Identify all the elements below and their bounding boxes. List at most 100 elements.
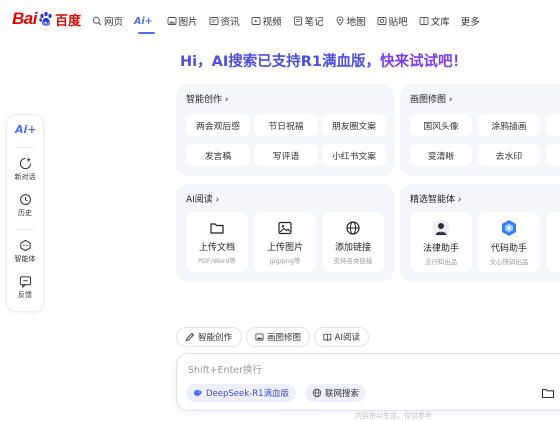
sidebar-item-agents[interactable]: 智能体 bbox=[7, 239, 43, 264]
tile-label: 代码助手 bbox=[490, 244, 527, 254]
top-nav: 网页 Ai+ 图片 资讯 视频 笔记 地图 贴吧 文库 更多 bbox=[92, 14, 491, 28]
sidebar-item-history[interactable]: 历史 bbox=[7, 193, 43, 218]
deepseek-icon bbox=[194, 389, 202, 397]
nav-images[interactable]: 图片 bbox=[167, 14, 198, 28]
chip-image[interactable]: 变清晰 bbox=[410, 144, 472, 166]
tile-upload-image[interactable]: 上传图片 jpg/png等 bbox=[254, 212, 316, 272]
nav-label: 文库 bbox=[430, 17, 450, 28]
chip-writing[interactable]: 两会观后感 bbox=[186, 114, 250, 136]
nav-label: 笔记 bbox=[304, 17, 324, 28]
globe-icon bbox=[312, 388, 322, 398]
baidu-logo[interactable]: Bai du 百度 bbox=[12, 9, 81, 29]
pill-image-edit[interactable]: 画图修图 bbox=[246, 327, 310, 347]
sidebar-ai-logo[interactable]: Ai+ bbox=[15, 123, 37, 136]
chip-writing[interactable]: 小红书文案 bbox=[322, 144, 386, 166]
code-assistant-icon bbox=[502, 220, 516, 236]
chat-input-placeholder[interactable]: Shift+Enter换行 bbox=[188, 362, 262, 376]
nav-label: 网页 bbox=[104, 17, 124, 28]
pill-smart-writing[interactable]: 智能创作 bbox=[176, 327, 242, 347]
picture-icon bbox=[278, 221, 292, 235]
sidebar-item-label: 反馈 bbox=[18, 291, 32, 299]
tieba-icon bbox=[377, 17, 387, 25]
mode-web-search[interactable]: 联网搜索 bbox=[305, 384, 367, 402]
chat-input-box[interactable]: Shift+Enter换行 DeepSeek-R1满血版 联网搜索 bbox=[176, 353, 560, 411]
sidebar-item-new-chat[interactable]: 新对话 bbox=[7, 157, 43, 182]
chip-image-partial[interactable] bbox=[546, 114, 560, 136]
chip-image[interactable]: 国风头像 bbox=[410, 114, 472, 136]
news-icon bbox=[209, 17, 219, 25]
tile-upload-doc[interactable]: 上传文档 PDF/Word等 bbox=[186, 212, 248, 272]
card-title[interactable]: 智能创作 › bbox=[186, 92, 228, 105]
pill-label: 智能创作 bbox=[198, 333, 233, 343]
tile-agent-lawyer[interactable]: 法律助手 法行知出品 bbox=[410, 212, 472, 272]
library-icon bbox=[419, 17, 429, 25]
book-icon bbox=[323, 333, 332, 341]
headline-part1: Hi，AI搜索已支持R1满血版， bbox=[180, 54, 380, 70]
globe-icon bbox=[346, 221, 360, 235]
tile-label: 上传图片 bbox=[266, 243, 303, 253]
sidebar-item-label: 新对话 bbox=[14, 173, 36, 181]
tile-agent-partial[interactable] bbox=[546, 212, 560, 272]
nav-notes[interactable]: 笔记 bbox=[293, 14, 324, 28]
map-icon bbox=[336, 16, 344, 26]
nav-more[interactable]: 更多 bbox=[461, 14, 480, 28]
chip-image-partial[interactable] bbox=[546, 144, 560, 166]
nav-label: 更多 bbox=[460, 17, 480, 28]
folder-icon[interactable] bbox=[541, 386, 555, 400]
nav-library[interactable]: 文库 bbox=[419, 14, 450, 28]
chip-writing[interactable]: 写评语 bbox=[254, 144, 318, 166]
pill-label: AI阅读 bbox=[334, 333, 360, 343]
left-sidebar: Ai+ 新对话 历史 智能体 反馈 bbox=[6, 114, 44, 312]
tile-label: 上传文档 bbox=[198, 243, 235, 253]
card-title[interactable]: 精选智能体 › bbox=[410, 192, 461, 205]
sidebar-divider bbox=[15, 147, 35, 148]
nav-tieba[interactable]: 贴吧 bbox=[377, 14, 408, 28]
pill-ai-read[interactable]: AI阅读 bbox=[314, 327, 369, 347]
chip-image[interactable]: 去水印 bbox=[478, 144, 540, 166]
folder-icon bbox=[210, 223, 224, 234]
mode-deepseek-r1[interactable]: DeepSeek-R1满血版 bbox=[186, 384, 297, 402]
lawyer-avatar-icon bbox=[432, 219, 450, 237]
image-icon bbox=[167, 17, 177, 25]
logo-text: Bai bbox=[12, 9, 37, 28]
tile-subtitle: jpg/png等 bbox=[269, 257, 301, 265]
nav-label: 资讯 bbox=[220, 17, 240, 28]
video-icon bbox=[251, 17, 261, 25]
card-image-edit: 画图修图 › 国风头像 涂鸦插画 变清晰 去水印 bbox=[400, 84, 560, 176]
nav-ai-plus[interactable]: Ai+ bbox=[134, 16, 153, 27]
feedback-icon bbox=[19, 276, 31, 288]
nav-label: Ai+ bbox=[134, 15, 153, 27]
card-title[interactable]: AI阅读 › bbox=[186, 192, 219, 205]
svg-text:du: du bbox=[43, 20, 49, 25]
pen-icon bbox=[185, 332, 195, 342]
active-tab-indicator bbox=[138, 32, 155, 34]
sidebar-item-label: 历史 bbox=[18, 209, 32, 217]
nav-label: 地图 bbox=[346, 17, 366, 28]
chip-writing[interactable]: 朋友圈文案 bbox=[322, 114, 386, 136]
chip-writing[interactable]: 节日祝福 bbox=[254, 114, 318, 136]
nav-video[interactable]: 视频 bbox=[251, 14, 282, 28]
card-title[interactable]: 画图修图 › bbox=[410, 92, 452, 105]
tile-subtitle: 文心快码出品 bbox=[489, 258, 529, 266]
tile-agent-code[interactable]: 代码助手 文心快码出品 bbox=[478, 212, 540, 272]
mode-label: 联网搜索 bbox=[325, 389, 360, 399]
tile-add-link[interactable]: 添加链接 支持各类链接 bbox=[322, 212, 384, 272]
tile-subtitle: 支持各类链接 bbox=[333, 257, 373, 265]
tile-subtitle: PDF/Word等 bbox=[197, 257, 237, 265]
sidebar-item-feedback[interactable]: 反馈 bbox=[7, 275, 43, 300]
note-icon bbox=[293, 16, 302, 26]
chip-image[interactable]: 涂鸦插画 bbox=[478, 114, 540, 136]
logo-chinese: 百度 bbox=[54, 13, 81, 29]
card-smart-writing: 智能创作 › 两会观后感 节日祝福 朋友圈文案 发言稿 写评语 小红书文案 bbox=[176, 84, 394, 176]
nav-label: 贴吧 bbox=[388, 17, 408, 28]
nav-web[interactable]: 网页 bbox=[92, 14, 123, 28]
mode-label: DeepSeek-R1满血版 bbox=[206, 389, 290, 399]
nav-map[interactable]: 地图 bbox=[335, 14, 366, 28]
chip-writing[interactable]: 发言稿 bbox=[186, 144, 250, 166]
image-icon bbox=[255, 333, 264, 341]
nav-news[interactable]: 资讯 bbox=[209, 14, 240, 28]
page-headline: Hi，AI搜索已支持R1满血版，快来试试吧！ bbox=[180, 50, 467, 71]
top-bar: Bai du 百度 网页 Ai+ 图片 资讯 视频 笔记 地图 贴吧 文库 更多 bbox=[0, 0, 560, 44]
history-icon bbox=[19, 194, 31, 205]
tile-subtitle: 法行知出品 bbox=[424, 258, 458, 266]
